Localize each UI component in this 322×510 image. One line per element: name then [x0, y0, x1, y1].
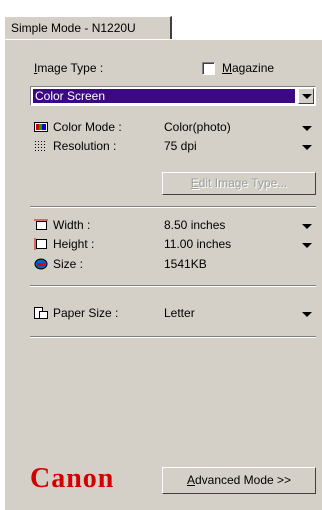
disk-icon — [34, 258, 48, 270]
divider — [30, 285, 316, 287]
paper-size-label: Paper Size : — [53, 306, 119, 320]
color-mode-icon — [34, 122, 48, 132]
resolution-icon — [35, 141, 45, 151]
image-type-label: Image Type : — [34, 61, 104, 75]
color-mode-dropdown-icon[interactable] — [302, 126, 312, 131]
width-label: Width : — [53, 218, 91, 232]
image-type-selected: Color Screen — [33, 89, 295, 103]
resolution-dropdown-icon[interactable] — [302, 145, 312, 150]
width-value[interactable]: 8.50 inches — [164, 218, 225, 232]
image-type-select[interactable]: Color Screen — [30, 86, 316, 106]
magazine-checkbox[interactable] — [202, 62, 215, 75]
divider — [30, 336, 316, 338]
color-mode-label: Color Mode : — [53, 120, 122, 134]
width-icon — [34, 219, 48, 230]
paper-size-dropdown-icon[interactable] — [302, 312, 312, 317]
divider — [30, 206, 316, 208]
height-icon — [34, 238, 47, 250]
paper-size-value[interactable]: Letter — [164, 306, 195, 320]
resolution-label: Resolution : — [53, 139, 117, 153]
size-value: 1541KB — [164, 257, 207, 271]
edit-image-type-button[interactable]: Edit Image Type... — [162, 172, 316, 195]
settings-panel — [4, 39, 322, 510]
advanced-mode-button[interactable]: Advanced Mode >> — [162, 467, 316, 494]
paper-size-icon — [34, 307, 48, 319]
canon-logo: Canon — [30, 463, 115, 494]
width-dropdown-icon[interactable] — [302, 224, 312, 229]
size-label: Size : — [53, 257, 84, 271]
chevron-down-icon — [302, 94, 312, 99]
magazine-label[interactable]: Magazine — [222, 61, 274, 75]
height-dropdown-icon[interactable] — [302, 243, 312, 248]
dropdown-button[interactable] — [298, 88, 314, 104]
color-mode-value[interactable]: Color(photo) — [164, 120, 231, 134]
height-value[interactable]: 11.00 inches — [164, 237, 231, 251]
height-label: Height : — [53, 237, 95, 251]
tab-simple-mode[interactable]: Simple Mode - N1220U — [4, 16, 172, 40]
resolution-value[interactable]: 75 dpi — [164, 139, 197, 153]
tab-label: Simple Mode - N1220U — [11, 21, 136, 35]
